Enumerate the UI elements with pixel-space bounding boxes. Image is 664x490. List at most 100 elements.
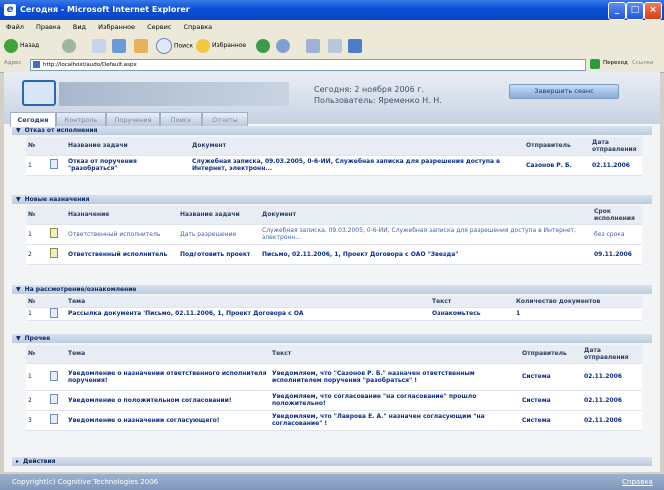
table-header-row: № Тема Текст Количество документов (26, 296, 642, 308)
refresh-button[interactable] (112, 38, 128, 54)
menu-view[interactable]: Вид (73, 23, 86, 31)
back-button[interactable]: Назад (4, 38, 39, 54)
edit-icon (348, 38, 362, 53)
table-row[interactable]: 1 Ответственный исполнитель Дать разреше… (26, 224, 642, 245)
table-row[interactable]: 1 Рассылка документа 'Письмо, 02.11.2006… (26, 307, 642, 321)
stop-icon (92, 38, 106, 53)
menu-help[interactable]: Справка (184, 23, 213, 31)
favorites-button[interactable]: Избранное (196, 38, 246, 54)
section-refusal-header[interactable]: ▼ Отказ от исполнения (12, 126, 652, 135)
document-icon (50, 370, 58, 381)
tab-search[interactable]: Поиск (160, 112, 202, 127)
table-row[interactable]: 3 Уведомление о назначении согласующего!… (26, 410, 642, 431)
other-table: № Тема Текст Отправитель Дата отправлени… (26, 345, 642, 431)
maximize-button[interactable]: □ (626, 2, 644, 20)
review-table: № Тема Текст Количество документов 1 Рас… (26, 296, 642, 321)
menu-edit[interactable]: Правка (36, 23, 61, 31)
end-session-button[interactable]: Завершить сеанс (509, 84, 619, 99)
go-arrow-icon[interactable] (590, 59, 600, 69)
close-button[interactable]: × (644, 2, 662, 20)
tab-assignments[interactable]: Поручения (106, 112, 160, 127)
document-link[interactable]: Служебная записка, 09.03.2005, 0-6-ИИ, С… (190, 155, 524, 176)
topic-link[interactable]: Уведомление о назначении согласующего! (66, 410, 270, 431)
table-row[interactable]: 1 Отказ от поручения "разобраться" Служе… (26, 155, 642, 176)
print-button[interactable] (328, 38, 344, 54)
window-title: Сегодня - Microsoft Internet Explorer (20, 5, 190, 14)
document-icon (50, 159, 58, 169)
back-arrow-icon (4, 38, 18, 53)
history-icon (276, 38, 290, 53)
today-info: Сегодня: 2 ноября 2006 г. Пользователь: … (314, 84, 442, 106)
page-icon (33, 61, 40, 68)
title-bar: e Сегодня - Microsoft Internet Explorer … (0, 0, 664, 20)
table-row[interactable]: 2 Ответственный исполнитель Подготовить … (26, 244, 642, 265)
section-other-header[interactable]: ▼ Прочее (12, 334, 652, 343)
address-label: Адрес (4, 60, 22, 66)
table-header-row: № Тема Текст Отправитель Дата отправлени… (26, 345, 642, 364)
help-link[interactable]: Справка (622, 474, 653, 490)
home-button[interactable] (134, 38, 150, 54)
links-label[interactable]: Ссылки (632, 60, 654, 66)
document-link[interactable]: Письмо, 02.11.2006, 1, Проект Договора с… (260, 244, 592, 265)
refusal-table: № Название задачи Документ Отправитель Д… (26, 137, 642, 176)
collapse-arrow-icon: ▼ (16, 286, 21, 293)
menu-file[interactable]: Файл (6, 23, 24, 31)
collapse-arrow-icon: ▼ (16, 335, 21, 342)
main-tabs: Сегодня Контроль Поручения Поиск Отчеты (4, 112, 660, 127)
header-banner (59, 82, 289, 106)
task-link[interactable]: Дать разрешение (178, 224, 260, 245)
document-link[interactable]: Служебная записка, 09.03.2005, 0-6-ИИ, С… (260, 224, 592, 245)
mail-icon (306, 38, 320, 53)
search-button[interactable]: Поиск (156, 38, 193, 54)
tab-reports[interactable]: Отчеты (202, 112, 248, 127)
topic-link[interactable]: Рассылка документа 'Письмо, 02.11.2006, … (66, 307, 430, 321)
table-header-row: № Название задачи Документ Отправитель Д… (26, 137, 642, 156)
document-icon (50, 248, 58, 258)
document-icon (50, 307, 58, 318)
table-row[interactable]: 2 Уведомление о положительном согласован… (26, 390, 642, 411)
forward-button[interactable] (62, 38, 78, 54)
task-link[interactable]: Подготовить проект (178, 244, 260, 265)
star-icon (196, 38, 210, 53)
copyright-text: Copyright(c) Cognitive Technologies 2006 (12, 478, 159, 486)
section-new-assignments-header[interactable]: ▼ Новые назначения (12, 195, 652, 204)
table-row[interactable]: 1 Уведомление о назначении ответственног… (26, 363, 642, 391)
app-header: Сегодня: 2 ноября 2006 г. Пользователь: … (4, 72, 660, 127)
today-date: Сегодня: 2 ноября 2006 г. (314, 85, 425, 94)
search-icon (156, 38, 172, 54)
minimize-button[interactable]: _ (608, 2, 626, 20)
table-header-row: № Назначение Название задачи Документ Ср… (26, 206, 642, 225)
task-link[interactable]: Отказ от поручения "разобраться" (66, 155, 190, 176)
topic-link[interactable]: Уведомление о положительном согласовании… (66, 390, 270, 411)
menu-bar: Файл Правка Вид Избранное Сервис Справка (0, 20, 664, 36)
print-icon (328, 38, 342, 53)
tab-control[interactable]: Контроль (56, 112, 106, 127)
ie-icon: e (4, 4, 16, 16)
section-review-header[interactable]: ▼ На рассмотрение/ознакомление (12, 285, 652, 294)
refresh-icon (112, 38, 126, 53)
go-button[interactable]: Переход (603, 60, 628, 66)
mail-button[interactable] (306, 38, 322, 54)
topic-link[interactable]: Уведомление о назначении ответственного … (66, 363, 270, 391)
forward-arrow-icon (62, 38, 76, 53)
document-icon (50, 414, 58, 424)
collapse-arrow-icon: ▼ (16, 127, 21, 134)
address-bar: Адрес http://localhost/audo/Default.aspx… (0, 57, 664, 73)
media-icon (256, 38, 270, 53)
media-button[interactable] (256, 38, 272, 54)
history-button[interactable] (276, 38, 292, 54)
new-assignments-table: № Назначение Название задачи Документ Ср… (26, 206, 642, 265)
app-footer: Copyright(c) Cognitive Technologies 2006… (0, 474, 664, 490)
current-user: Пользователь: Яременко Н. Н. (314, 96, 442, 105)
edit-button[interactable] (348, 38, 364, 54)
section-actions-header[interactable]: ▸ Действия (12, 457, 652, 466)
menu-tools[interactable]: Сервис (147, 23, 171, 31)
app-logo-icon (22, 80, 56, 106)
address-input[interactable]: http://localhost/audo/Default.aspx (30, 59, 586, 71)
expand-arrow-icon: ▸ (16, 458, 20, 465)
tab-today[interactable]: Сегодня (10, 112, 56, 127)
stop-button[interactable] (92, 38, 108, 54)
menu-favorites[interactable]: Избранное (98, 23, 135, 31)
document-icon (50, 394, 58, 404)
toolbar: Назад Поиск Избранное (0, 35, 664, 58)
